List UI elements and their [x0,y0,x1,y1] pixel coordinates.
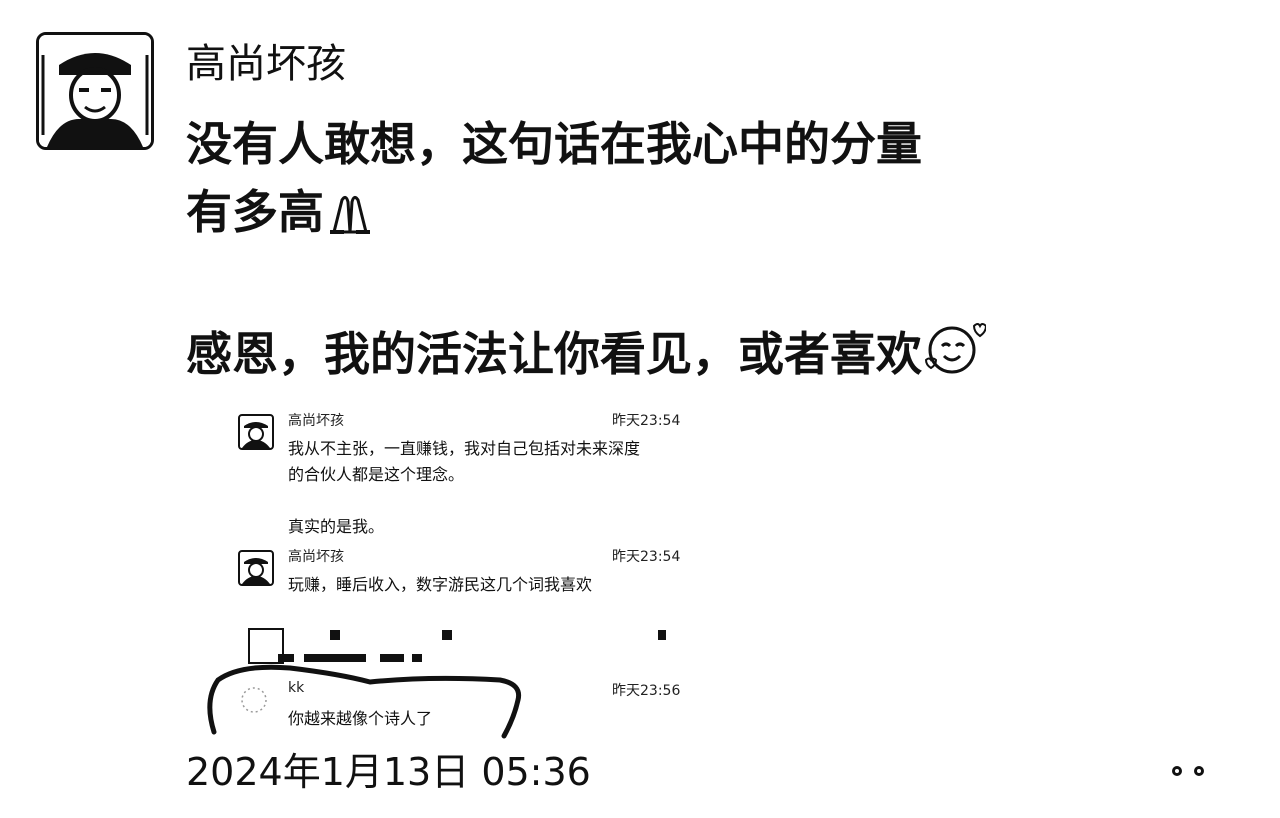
redacted-block [658,630,666,640]
chat-sender-name: 高尚坏孩 [288,549,344,565]
chat-timestamp: 昨天23:54 [612,413,681,429]
smiling-face-with-hearts-emoji [922,320,988,394]
redacted-block [330,630,340,640]
chat-timestamp: 昨天23:54 [612,549,681,565]
author-name[interactable]: 高尚坏孩 [186,36,346,92]
chat-avatar [238,550,274,586]
folded-hands-emoji [324,184,376,252]
post-date: 2024年1月13日 05:36 [186,750,591,794]
chat-avatar [238,414,274,450]
avatar-image [39,35,151,147]
chat-message-text: 我从不主张，一直赚钱，我对自己包括对未来深度 的合伙人都是这个理念。 真实的是我… [288,439,641,536]
chat-sender-name: 高尚坏孩 [288,413,344,429]
more-dots-icon[interactable] [1166,760,1216,784]
chat-message-text: 玩赚，睡后收入，数字游民这几个词我喜欢 [288,575,593,594]
chat-timestamp: 昨天23:56 [612,683,681,699]
author-avatar[interactable] [36,32,154,150]
post-text-line2: 感恩，我的活法让你看见，或者喜欢 [186,327,922,381]
hand-drawn-highlight [207,664,522,739]
post-text: 没有人敢想，这句话在我心中的分量 有多高 感恩，我的活法让你看见，或者喜欢 [186,110,1086,394]
post-text-line1: 没有人敢想，这句话在我心中的分量 有多高 [186,117,922,239]
redacted-block [442,630,452,640]
